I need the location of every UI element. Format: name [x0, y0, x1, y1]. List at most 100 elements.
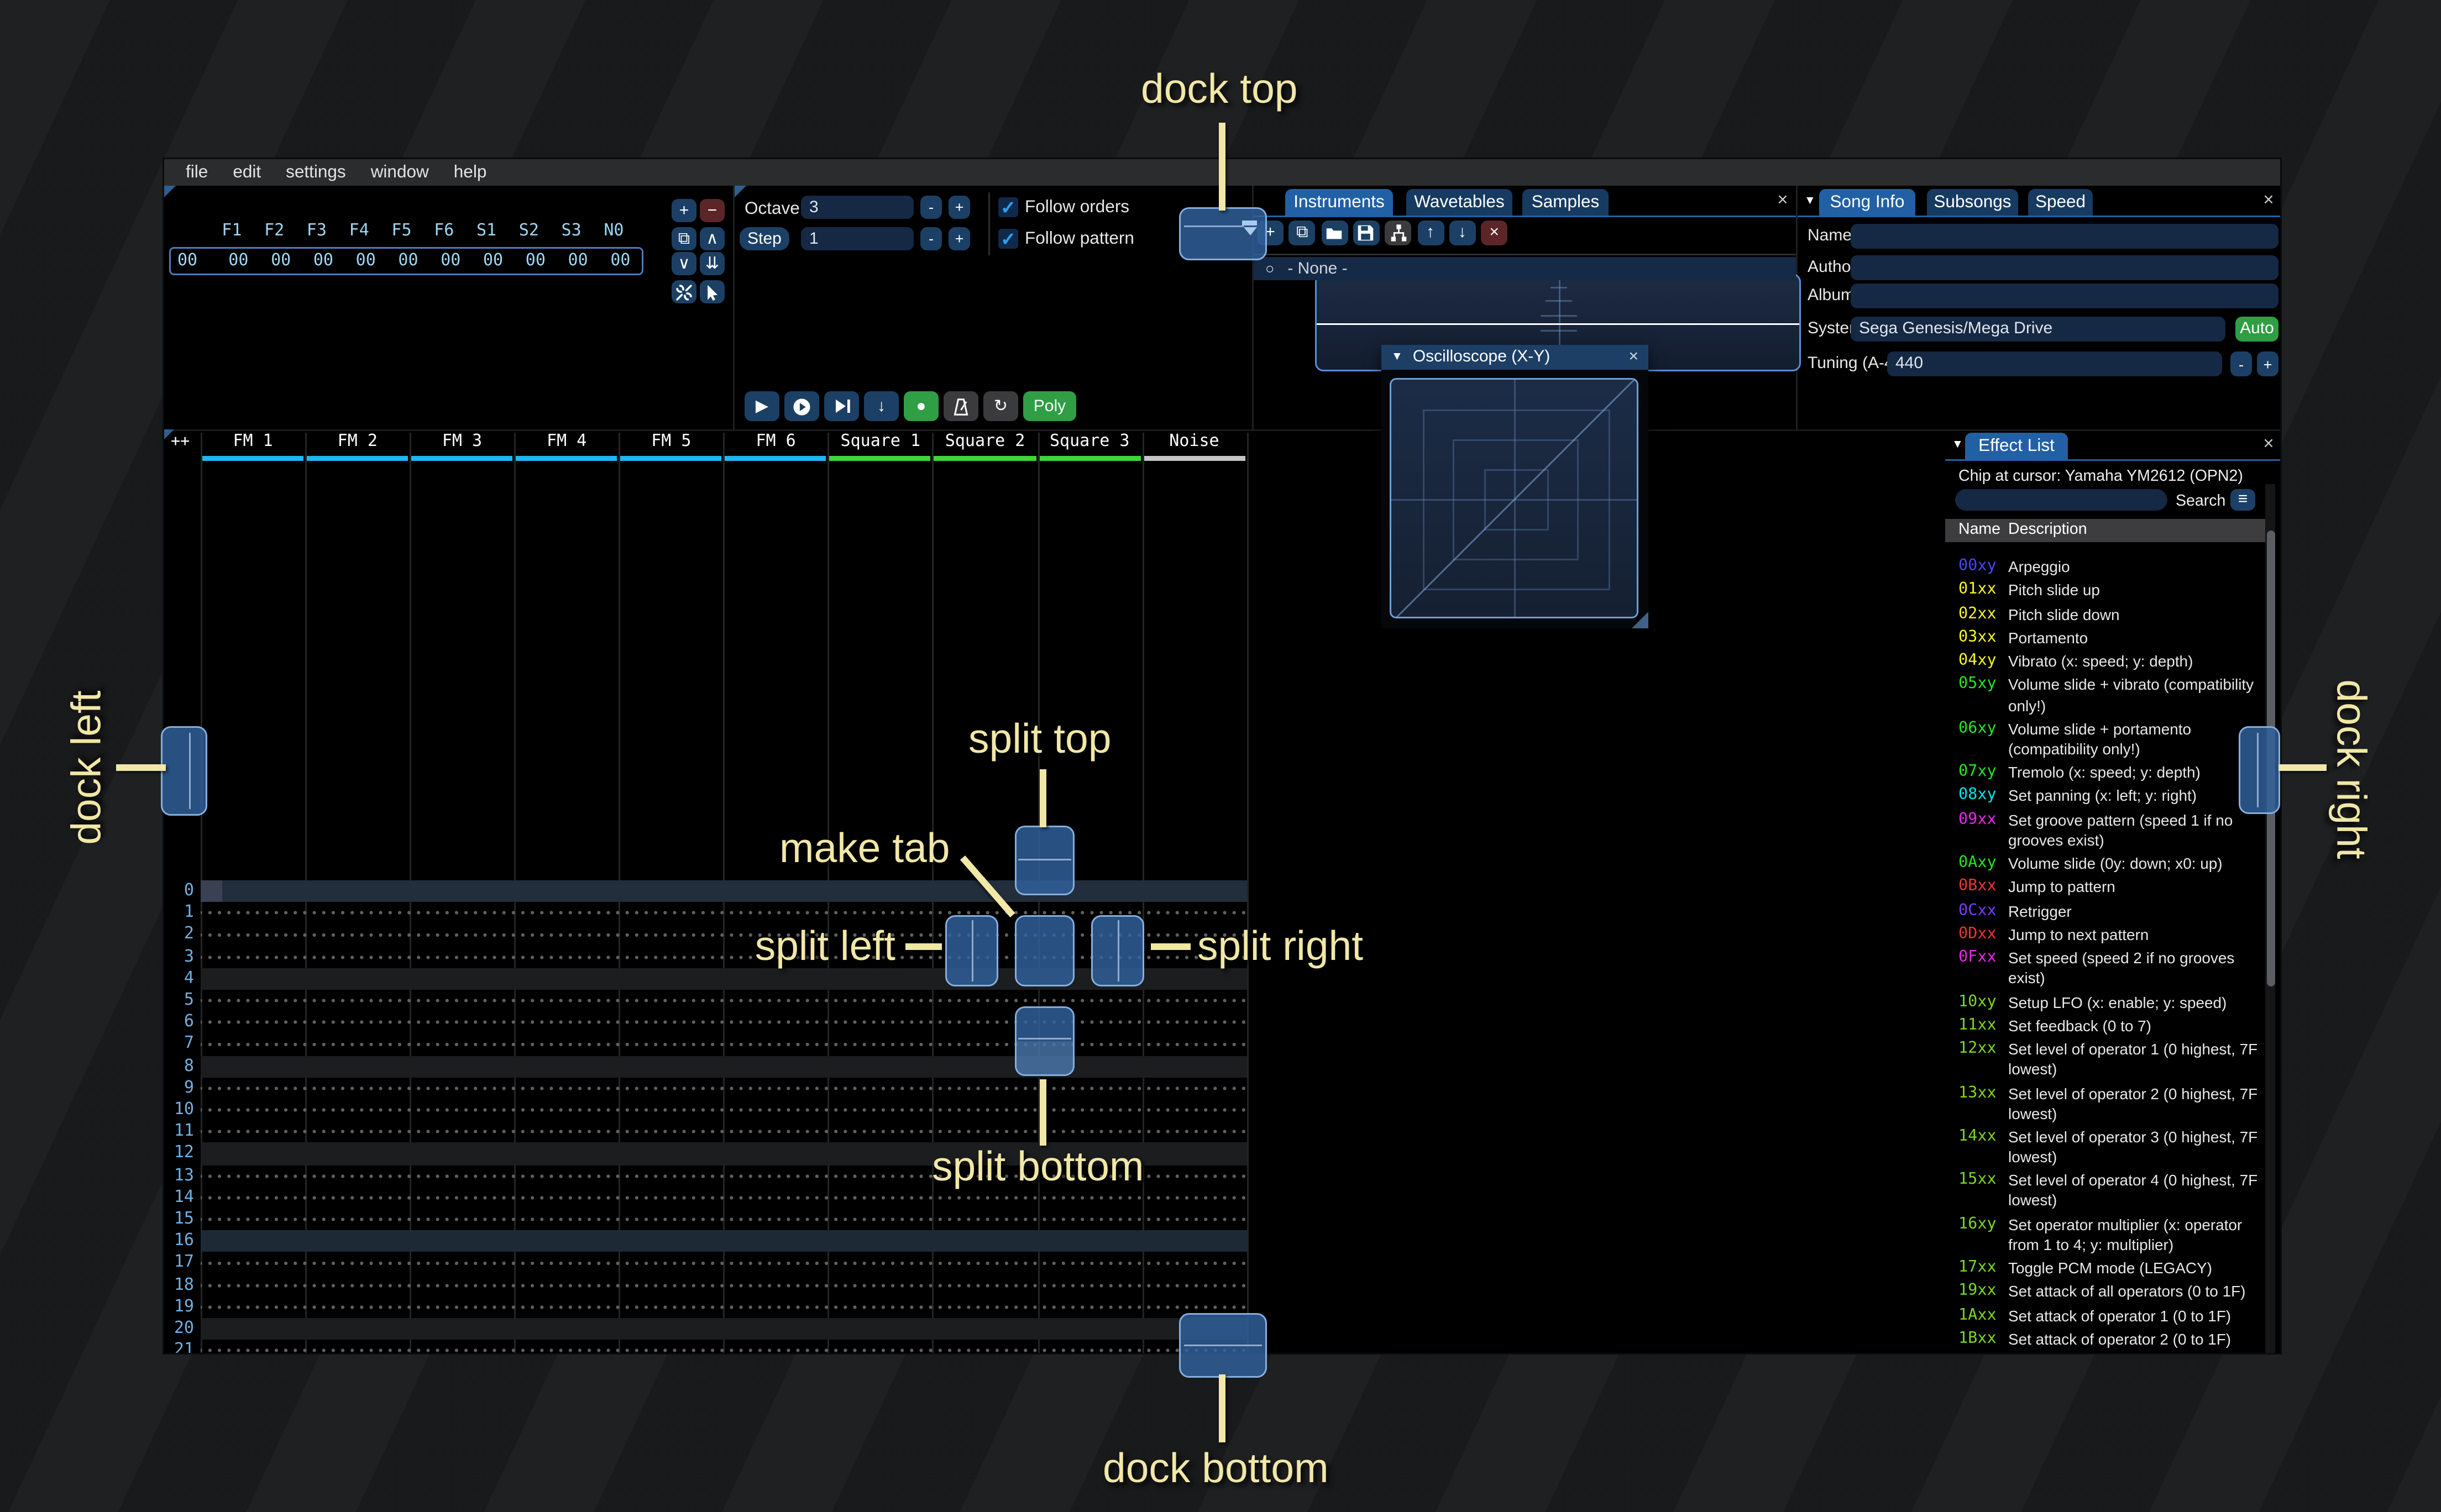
tab-speed[interactable]: Speed	[2028, 189, 2093, 216]
chevron-double-down-button[interactable]: ⇊	[700, 252, 725, 275]
effect-row[interactable]: 16xy Set operator multiplier (x: operator…	[1945, 1215, 2270, 1255]
octave-input[interactable]: 3	[801, 196, 914, 219]
split-top-target[interactable]	[1015, 826, 1075, 895]
field-input-name[interactable]	[1851, 224, 2278, 249]
channel-header-fm-1[interactable]: FM 1	[201, 433, 305, 454]
order-cell[interactable]: 00	[557, 252, 599, 270]
field-input-system[interactable]: Sega Genesis/Mega Drive	[1851, 317, 2225, 342]
split-left-target[interactable]	[945, 915, 998, 986]
effect-table-header[interactable]: Name Description	[1945, 519, 2265, 542]
chevron-up-button[interactable]: ∧	[700, 227, 725, 250]
pattern-row[interactable]	[201, 924, 1247, 946]
effect-row[interactable]: 10xy Setup LFO (x: enable; y: speed)	[1945, 993, 2270, 1012]
tree-view-button[interactable]	[1385, 221, 1412, 245]
pattern-row[interactable]	[201, 990, 1247, 1012]
play-button[interactable]: ▶	[745, 391, 779, 421]
menu-item-window[interactable]: window	[371, 162, 429, 182]
effect-row[interactable]: 19xx Set attack of all operators (0 to 1F…	[1945, 1282, 2270, 1302]
effect-row[interactable]: 01xx Pitch slide up	[1945, 581, 2270, 601]
effect-row[interactable]: 14xx Set level of operator 3 (0 highest, …	[1945, 1127, 2270, 1168]
effect-row[interactable]: 17xx Toggle PCM mode (LEGACY)	[1945, 1258, 2270, 1278]
poly-button[interactable]: Poly	[1023, 391, 1076, 421]
oscilloscope-xy-titlebar[interactable]: ▼ Oscilloscope (X-Y) ×	[1381, 345, 1648, 370]
follow-pattern-checkbox[interactable]: ✓	[998, 229, 1018, 250]
pattern-expand-button[interactable]: ++	[171, 433, 190, 451]
move-up-button[interactable]: ↑	[1417, 221, 1444, 245]
order-cell[interactable]: 00	[472, 252, 515, 270]
order-cell[interactable]: 00	[217, 252, 260, 270]
order-cell[interactable]: 00	[260, 252, 302, 270]
effect-row[interactable]: 07xy Tremolo (x: speed; y: depth)	[1945, 763, 2270, 783]
pattern-row[interactable]	[201, 1274, 1247, 1296]
order-cell[interactable]: 00	[514, 252, 557, 270]
order-cell[interactable]: 00	[302, 252, 345, 270]
effect-row[interactable]: 02xx Pitch slide down	[1945, 605, 2270, 624]
pattern-row[interactable]	[201, 1077, 1247, 1099]
octave-decrease-button[interactable]: -	[920, 196, 942, 219]
menu-item-file[interactable]: file	[186, 162, 208, 182]
step-increase-button[interactable]: +	[949, 227, 970, 250]
search-input[interactable]	[1955, 489, 2167, 511]
pattern-row[interactable]	[201, 1230, 1247, 1253]
pattern-row[interactable]	[201, 1296, 1247, 1318]
channel-header-fm-2[interactable]: FM 2	[305, 433, 410, 454]
play-to-cursor-button[interactable]	[824, 391, 859, 421]
plus-button[interactable]: +	[672, 199, 696, 222]
order-cell[interactable]: 00	[344, 252, 387, 270]
effect-row[interactable]: 03xx Portamento	[1945, 628, 2270, 648]
close-icon[interactable]: ×	[2260, 191, 2277, 211]
effect-row[interactable]: 06xy Volume slide + portamento (compatibi…	[1945, 719, 2270, 759]
field-input-author[interactable]	[1851, 255, 2278, 280]
dock-bottom-target[interactable]	[1179, 1313, 1267, 1378]
pattern-row[interactable]	[201, 1099, 1247, 1121]
tab-subsongs[interactable]: Subsongs	[1927, 189, 2018, 216]
pattern-row[interactable]	[201, 1318, 1247, 1340]
split-bottom-target[interactable]	[1015, 1006, 1075, 1076]
pattern-row[interactable]	[201, 946, 1247, 968]
effect-row[interactable]: 0Axy Volume slide (0y: down; x0: up)	[1945, 854, 2270, 874]
open-button[interactable]	[1321, 221, 1348, 245]
dock-top-target[interactable]	[1179, 207, 1267, 260]
minus-button[interactable]: −	[700, 199, 725, 222]
effect-row[interactable]: 0Bxx Jump to pattern	[1945, 878, 2270, 897]
split-right-target[interactable]	[1091, 915, 1144, 986]
pattern-row[interactable]	[201, 1121, 1247, 1143]
effect-row[interactable]: 12xx Set level of operator 1 (0 highest, …	[1945, 1040, 2270, 1080]
auto-system-button[interactable]: Auto	[2235, 317, 2278, 342]
pattern-row[interactable]	[201, 1011, 1247, 1034]
follow-orders-checkbox[interactable]: ✓	[998, 197, 1018, 218]
pattern-row[interactable]	[201, 902, 1247, 925]
collapse-icon[interactable]: ▼	[1391, 351, 1403, 363]
menu-item-edit[interactable]: edit	[233, 162, 261, 182]
step-input[interactable]: 1	[801, 227, 914, 250]
effect-row[interactable]: 15xx Set level of operator 4 (0 highest, …	[1945, 1171, 2270, 1211]
chevron-down-button[interactable]: ∨	[672, 252, 696, 275]
pattern-row[interactable]	[201, 1252, 1247, 1274]
channel-header-fm-3[interactable]: FM 3	[410, 433, 514, 454]
delete-button[interactable]: ×	[1481, 221, 1508, 245]
pattern-row[interactable]	[201, 1055, 1247, 1078]
pattern-cursor[interactable]	[201, 880, 222, 902]
step-toggle-button[interactable]: Step	[740, 227, 789, 250]
pattern-row[interactable]	[201, 1033, 1247, 1056]
collapse-icon[interactable]: ▼	[1952, 439, 1963, 451]
effect-row[interactable]: 04xy Vibrato (x: speed; y: depth)	[1945, 652, 2270, 671]
close-icon[interactable]: ×	[2260, 434, 2277, 454]
step-decrease-button[interactable]: -	[920, 227, 942, 250]
pattern-row[interactable]	[201, 968, 1247, 990]
effect-row[interactable]: 00xy Arpeggio	[1945, 557, 2270, 577]
close-icon[interactable]: ×	[1774, 191, 1791, 211]
pattern-row[interactable]	[201, 880, 1247, 902]
metronome-button[interactable]	[944, 391, 978, 421]
effect-row[interactable]: 1Axx Set attack of operator 1 (0 to 1F)	[1945, 1306, 2270, 1326]
field-input-tuning[interactable]: 440	[1887, 351, 2222, 376]
octave-increase-button[interactable]: +	[949, 196, 970, 219]
field-input-album[interactable]	[1851, 284, 2278, 308]
play-pattern-button[interactable]	[784, 391, 819, 421]
repeat-button[interactable]: ↻	[983, 391, 1018, 421]
tab-wavetables[interactable]: Wavetables	[1406, 189, 1512, 216]
instrument-list-item[interactable]: ○ - None -	[1254, 257, 1796, 280]
effect-row[interactable]: 1Bxx Set attack of operator 2 (0 to 1F)	[1945, 1330, 2270, 1350]
channel-header-noise[interactable]: Noise	[1142, 433, 1246, 454]
effect-row[interactable]: 0Dxx Jump to next pattern	[1945, 925, 2270, 945]
